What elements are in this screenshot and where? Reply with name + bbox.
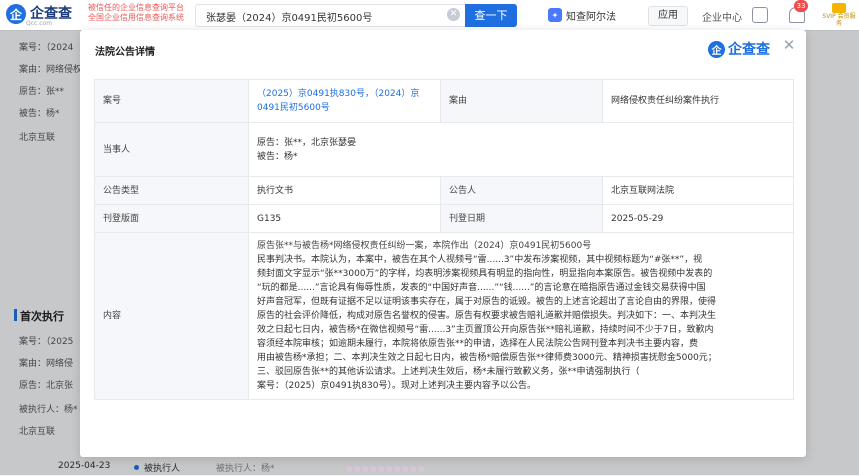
search-value: 张瑟晏（2024）京0491民初5600号: [206, 13, 373, 24]
content-line: 频封面文字显示“张**3000万”的字样，均表明涉案视频具有明显的指向性，明显指…: [257, 269, 713, 279]
announcer-value: 北京互联网法院: [602, 176, 794, 205]
court-notice-modal: 法院公告详情 企 企查查 ✕ 案号 （2025）京0491执830号，（2024…: [80, 30, 806, 457]
slogan: 被信任的企业信息查询平台 全国企业信用信息查询系统: [88, 3, 184, 22]
top-navbar: 企 企查查 Qcc.com 被信任的企业信息查询平台 全国企业信用信息查询系统 …: [0, 0, 859, 31]
parties-label: 当事人: [94, 122, 249, 177]
enterprise-center-link[interactable]: 企业中心: [702, 9, 742, 24]
content-line: 原告张**与被告杨*网络侵权责任纠纷一案，本院作出（2024）京0491民初56…: [257, 241, 592, 251]
content-line: 效之日起七日内，被告杨*在微信视频号“雷......3”主页置顶公开向原告张**…: [257, 325, 714, 335]
svip-label: SVIP 会员服务: [822, 13, 856, 27]
content-line: 三、驳回原告张**的其他诉讼请求。上述判决生效后，杨*未履行致歉义务，张**申请…: [257, 367, 640, 377]
table-row: 当事人 原告：张**，北京张瑟晏 被告：杨*: [94, 122, 794, 177]
clear-icon[interactable]: ✕: [447, 8, 460, 21]
cause-label: 案由: [440, 79, 603, 123]
ask-label: 知查阿尔法: [566, 11, 616, 23]
type-label: 公告类型: [94, 176, 249, 205]
logo-mark: 企: [6, 4, 26, 24]
cause-value: 网络侵权责任纠纷案件执行: [602, 79, 794, 123]
crown-icon: [832, 3, 846, 13]
content-line: “玩的都是......”言论具有侮辱性质，发表的“中国好声音......”“钱.…: [257, 283, 706, 293]
page-value: G135: [248, 204, 441, 233]
parties-value: 原告：张**，北京张瑟晏 被告：杨*: [248, 122, 794, 177]
ask-alpha-button[interactable]: ✦ 知查阿尔法: [548, 6, 616, 24]
table-row: 内容 原告张**与被告杨*网络侵权责任纠纷一案，本院作出（2024）京0491民…: [94, 232, 794, 400]
logo-subtext: Qcc.com: [26, 20, 53, 27]
briefcase-icon[interactable]: [752, 7, 768, 23]
case-no-label: 案号: [94, 79, 249, 123]
watermark-dots: [346, 457, 466, 472]
ai-icon: ✦: [548, 8, 562, 22]
content-line: 原告的社会评价降低，构成对原告名誉权的侵害。原告有权要求被告赔礼道歉并赔偿损失。…: [257, 311, 717, 321]
content-value: 原告张**与被告杨*网络侵权责任纠纷一案，本院作出（2024）京0491民初56…: [248, 232, 794, 400]
content-line: 容须经本院审核；如逾期未履行，本院将依原告张**的申请，选择在人民法院公告网刊登…: [257, 339, 699, 349]
content-line: 好声音冠军，但既有证据不足以证明该事实存在，属于对原告的诋毁。被告的上述言论超出…: [257, 297, 717, 307]
notification-count-badge: 33: [794, 0, 808, 12]
content-line: 用由被告杨*承担；二、本判决生效之日起七日内，被告杨*赔偿原告张**律师费300…: [257, 353, 717, 363]
case-no-value[interactable]: （2025）京0491执830号，（2024）京0491民初5600号: [248, 79, 441, 123]
type-value: 执行文书: [248, 176, 441, 205]
table-row: 案号 （2025）京0491执830号，（2024）京0491民初5600号 案…: [94, 79, 794, 123]
modal-brand-logo: 企 企查查: [708, 39, 770, 59]
search-input[interactable]: 张瑟晏（2024）京0491民初5600号 ✕: [195, 4, 467, 27]
brand-text: 企查查: [728, 42, 770, 58]
table-row: 公告类型 执行文书 公告人 北京互联网法院: [94, 176, 794, 205]
modal-title: 法院公告详情: [95, 47, 155, 58]
date-label: 刊登日期: [440, 204, 603, 233]
content-line: 民事判决书。本院认为，本案中，被告在其个人视频号“雷......3”中发布涉案视…: [257, 255, 703, 265]
content-line: 案号：（2025）京0491执830号）。现对上述判决主要内容予以公告。: [257, 381, 536, 391]
notice-detail-table: 案号 （2025）京0491执830号，（2024）京0491民初5600号 案…: [94, 79, 794, 400]
close-icon[interactable]: ✕: [781, 37, 797, 53]
defendant-text: 被告：杨*: [257, 151, 298, 162]
page-label: 刊登版面: [94, 204, 249, 233]
plaintiff-text: 原告：张**，北京张瑟晏: [257, 137, 357, 148]
brand-mark-icon: 企: [708, 40, 725, 58]
svip-button[interactable]: SVIP 会员服务: [822, 3, 856, 27]
announcer-label: 公告人: [440, 176, 603, 205]
content-label: 内容: [94, 232, 249, 400]
table-row: 刊登版面 G135 刊登日期 2025-05-29: [94, 204, 794, 233]
logo-text: 企查查: [30, 6, 72, 22]
search-button[interactable]: 查一下: [465, 4, 517, 27]
date-value: 2025-05-29: [602, 204, 794, 233]
apps-menu-button[interactable]: 应用: [648, 6, 688, 26]
